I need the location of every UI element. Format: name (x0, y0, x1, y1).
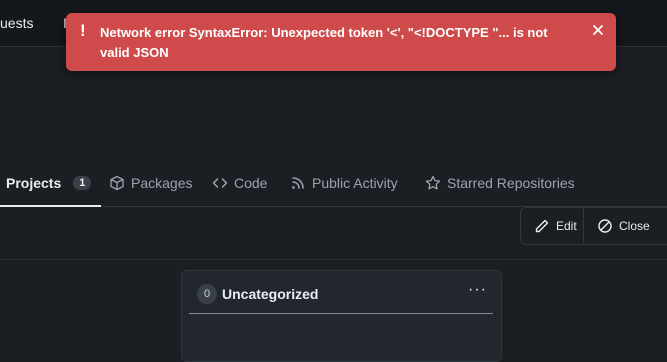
edit-button-label: Edit (556, 219, 577, 233)
tab-projects-label: Projects (6, 175, 62, 191)
close-project-button[interactable]: Close (597, 208, 650, 244)
code-icon (212, 178, 228, 188)
circle-slash-icon (598, 219, 612, 233)
tab-starred-repositories-label: Starred Repositories (447, 175, 575, 191)
column-count-badge: 0 (197, 284, 217, 304)
tab-code-label: Code (234, 175, 268, 191)
tab-public-activity[interactable]: Public Activity (290, 160, 398, 206)
exclamation-icon: ! (80, 21, 86, 40)
tab-bar: Projects 1 Packages Code Public Activity… (0, 160, 667, 207)
close-icon[interactable] (590, 22, 606, 38)
projects-count-badge: 1 (73, 176, 92, 190)
project-toolbar: Edit Close (520, 207, 667, 245)
section-divider (0, 259, 667, 260)
nav-item-guests[interactable]: uests (0, 15, 33, 31)
pencil-icon (535, 219, 549, 233)
error-toast: ! Network error SyntaxError: Unexpected … (66, 13, 616, 71)
toolbar-divider (583, 208, 584, 244)
tab-projects[interactable]: Projects 1 (0, 160, 102, 207)
package-icon (110, 175, 124, 191)
close-button-label: Close (619, 219, 650, 233)
rss-icon (292, 177, 304, 189)
tab-code[interactable]: Code (212, 160, 267, 206)
edit-button[interactable]: Edit (534, 208, 577, 244)
column-title: Uncategorized (222, 286, 319, 302)
tab-packages-label: Packages (131, 175, 193, 191)
project-column: 0 Uncategorized ··· (181, 270, 502, 362)
column-divider (189, 313, 493, 314)
tab-packages[interactable]: Packages (109, 160, 192, 206)
tab-starred-repositories[interactable]: Starred Repositories (425, 160, 575, 206)
star-icon (425, 175, 441, 190)
column-menu-button[interactable]: ··· (468, 281, 487, 299)
tab-public-activity-label: Public Activity (312, 175, 398, 191)
toast-message: Network error SyntaxError: Unexpected to… (100, 25, 548, 60)
